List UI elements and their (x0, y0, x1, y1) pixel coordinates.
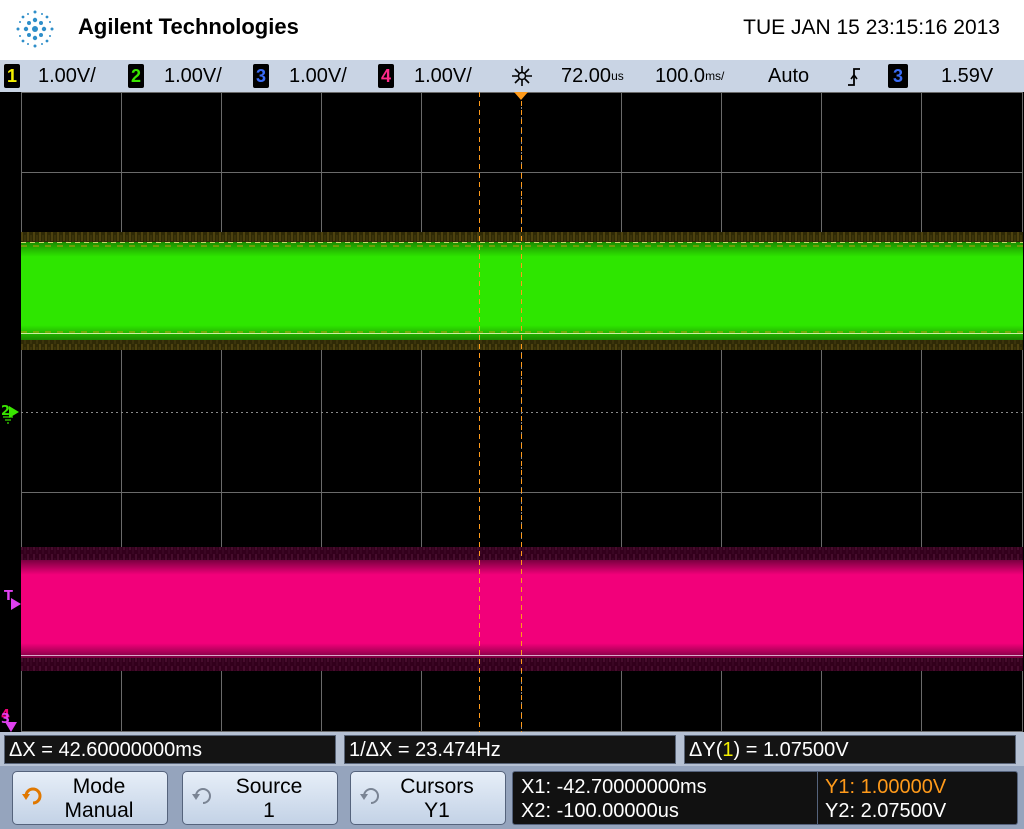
trigger-mode[interactable]: Auto (768, 63, 809, 89)
agilent-spark-logo (16, 10, 54, 48)
horizontal-delay-icon (512, 66, 532, 86)
ground-icon (3, 416, 13, 424)
mode-softkey[interactable]: Mode Manual (12, 771, 168, 825)
channel-ground-down-arrow-icon (5, 722, 17, 732)
status-bar: 1 1.00V/ 2 1.00V/ 3 1.00V/ 4 1.00V/ 72.0… (0, 60, 1024, 92)
channel-1-scale[interactable]: 1.00V/ (38, 63, 96, 89)
readout-divider (817, 772, 818, 824)
rotate-knob-orange-icon (22, 787, 42, 805)
cursor-y2-value: Y2: 2.07500V (825, 800, 947, 822)
trigger-source-badge[interactable]: 3 (888, 64, 908, 88)
inverse-delta-x-readout: 1/ΔX = 23.474Hz (344, 735, 676, 764)
source-softkey[interactable]: Source 1 (182, 771, 338, 825)
timebase-scale[interactable]: 100.0ms/ (655, 63, 724, 89)
rotate-knob-icon (192, 788, 211, 804)
rotate-knob-icon (360, 788, 379, 804)
measurement-bar: ΔX = 42.60000000ms 1/ΔX = 23.474Hz ΔY(1)… (0, 732, 1024, 766)
channel-2-scale[interactable]: 1.00V/ (164, 63, 222, 89)
waveform-display[interactable] (21, 92, 1023, 732)
softkey-bar: Mode Manual Source 1 Cursors Y1 X1: -42.… (0, 766, 1024, 829)
channel-3-scale[interactable]: 1.00V/ (289, 63, 347, 89)
rising-edge-trigger-icon (848, 68, 860, 86)
cursors-softkey[interactable]: Cursors Y1 (350, 771, 506, 825)
channel-4-scale[interactable]: 1.00V/ (414, 63, 472, 89)
trigger-level-arrow-icon (11, 598, 21, 610)
cursor-readout-panel: X1: -42.70000000ms X2: -100.00000us Y1: … (512, 771, 1018, 825)
channel-3-badge[interactable]: 3 (253, 64, 269, 88)
channel-4-badge[interactable]: 4 (378, 64, 394, 88)
channel-marker-rail: 2 T 4 3 (0, 92, 21, 732)
cursor-y1-value: Y1: 1.00000V (825, 776, 947, 798)
trigger-position-marker[interactable] (514, 92, 528, 100)
brand-name: Agilent Technologies (78, 14, 299, 39)
cursor-x1-value: X1: -42.70000000ms (521, 776, 707, 798)
trigger-level[interactable]: 1.59V (941, 63, 993, 89)
date-time: TUE JAN 15 23:15:16 2013 (743, 16, 1000, 39)
cursor-x2-value: X2: -100.00000us (521, 800, 679, 822)
header-bar: Agilent Technologies TUE JAN 15 23:15:16… (0, 0, 1024, 60)
delta-y-readout: ΔY(1) = 1.07500V (684, 735, 1016, 764)
channel-2-badge[interactable]: 2 (128, 64, 144, 88)
graticule (21, 92, 1023, 732)
delta-x-readout: ΔX = 42.60000000ms (4, 735, 336, 764)
channel-1-badge[interactable]: 1 (4, 64, 20, 88)
horizontal-delay[interactable]: 72.00us (561, 63, 624, 89)
